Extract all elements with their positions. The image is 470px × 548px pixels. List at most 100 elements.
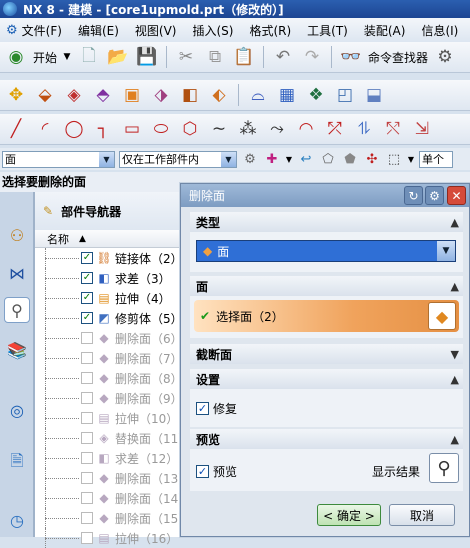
intersect-curve-icon[interactable]: ⥮ [352,117,376,141]
block-icon[interactable]: ▣ [120,83,144,107]
project-curve-icon[interactable]: ⤱ [323,117,347,141]
preview-checkbox[interactable]: ✓ [196,465,209,478]
sweep-icon[interactable]: ❖ [304,83,328,107]
menu-file[interactable]: ⚙ 文件(F) [0,22,70,39]
menu-info[interactable]: 信息(I) [413,22,466,39]
chevron-down-icon[interactable]: ▼ [285,147,293,171]
feature-checkbox[interactable] [81,532,93,544]
chevron-down-icon[interactable]: ▼ [407,147,415,171]
tree-row[interactable]: ▤ 拉伸（16） [35,528,184,548]
settings-icon[interactable]: ⚙ [433,45,457,69]
binoculars-icon[interactable]: 👓 [339,45,363,69]
face-select-icon[interactable]: ⬠ [319,147,337,171]
extrude-icon[interactable]: ⬙ [33,83,57,107]
save-icon[interactable]: 💾 [135,45,159,69]
ok-button[interactable]: < 确定 > [317,504,381,526]
menu-assembly[interactable]: 装配(A) [356,22,414,39]
snap-point-icon[interactable]: ✚ [263,147,281,171]
surface-icon[interactable]: ⌓ [246,83,270,107]
feature-checkbox[interactable] [81,432,93,444]
feature-checkbox[interactable] [81,512,93,524]
line-icon[interactable]: ╱ [4,117,28,141]
start-button[interactable]: 开始 [33,49,57,66]
feature-checkbox[interactable] [81,332,93,344]
mesh-surface-icon[interactable]: ▦ [275,83,299,107]
tree-row[interactable]: ◆ 删除面（13） [35,468,190,488]
revolve-icon[interactable]: ◈ [62,83,86,107]
arc-icon[interactable]: ◜ [33,117,57,141]
feature-checkbox[interactable]: ✓ [81,292,93,304]
fillet-curve-icon[interactable]: ┐ [91,117,115,141]
cross-section-header[interactable]: 截断面 ▼ [190,344,463,364]
start-icon[interactable]: ◉ [4,45,28,69]
tree-row[interactable]: ✓ ◧ 求差（3） [35,268,184,288]
new-file-icon[interactable]: 🗋 [77,45,101,69]
polygon-icon[interactable]: ⬡ [178,117,202,141]
feature-checkbox[interactable] [81,452,93,464]
helix-icon[interactable]: ⤳ [265,117,289,141]
sketch-icon[interactable]: ✥ [4,83,28,107]
text-curve-icon[interactable]: ⇲ [410,117,434,141]
gear-icon[interactable]: ⚙ [425,186,444,205]
tree-row[interactable]: ◆ 删除面（8） [35,368,184,388]
tree-row[interactable]: ▤ 拉伸（10） [35,408,184,428]
cut-icon[interactable]: ✂ [174,45,198,69]
type-select[interactable]: ◆ 面 ▼ [196,240,456,262]
close-icon[interactable]: ✕ [447,186,466,205]
paste-icon[interactable]: 📋 [232,45,256,69]
offset-icon[interactable]: ◧ [178,83,202,107]
type-filter-select[interactable]: 面 ▼ [2,150,115,168]
tree-row[interactable]: ◧ 求差（12） [35,448,184,468]
feature-checkbox[interactable] [81,472,93,484]
tree-row[interactable]: ✓ ⛓ 链接体（2） [35,248,184,268]
column-header[interactable]: 名称 ▲ [35,230,184,248]
filter-settings-icon[interactable]: ⚙ [241,147,259,171]
feature-checkbox[interactable]: ✓ [81,312,93,324]
copy-icon[interactable]: ⧉ [203,45,227,69]
reuse-library-icon[interactable]: 📚 [4,337,30,363]
tree-row[interactable]: ◆ 删除面（9） [35,388,184,408]
boolean-icon[interactable]: ⬘ [91,83,115,107]
undo-icon[interactable]: ↶ [271,45,295,69]
trim-icon[interactable]: ⬗ [149,83,173,107]
feature-checkbox[interactable] [81,372,93,384]
feature-checkbox[interactable] [81,392,93,404]
scope-filter-select[interactable]: 仅在工作部件内 ▼ [119,150,237,168]
tree-row[interactable]: ◆ 删除面（6） [35,328,184,348]
menu-analysis[interactable]: 分 [466,22,470,39]
tree-row[interactable]: ◈ 替换面（11） [35,428,190,448]
preview-section-header[interactable]: 预览 ▲ [190,429,463,449]
tree-row[interactable]: ◆ 删除面（14） [35,488,190,508]
chevron-down-icon[interactable]: ▼ [62,45,72,69]
menu-edit[interactable]: 编辑(E) [70,22,127,39]
arrow-icon[interactable]: ↩ [297,147,315,171]
tree-row[interactable]: ✓ ▤ 拉伸（4） [35,288,184,308]
extract-curve-icon[interactable]: ⤲ [381,117,405,141]
menu-view[interactable]: 视图(V) [127,22,185,39]
feature-checkbox[interactable] [81,352,93,364]
body-select-icon[interactable]: ⬟ [341,147,359,171]
menu-tools[interactable]: 工具(T) [299,22,356,39]
feature-checkbox[interactable]: ✓ [81,252,93,264]
show-result-search-icon[interactable]: ⚲ [429,453,459,483]
feature-checkbox[interactable] [81,412,93,424]
select-face-row[interactable]: ✔ 选择面（2） ◆ [194,300,459,332]
spline-icon[interactable]: ∼ [207,117,231,141]
face-section-header[interactable]: 面 ▲ [190,276,463,296]
tree-row[interactable]: ◆ 删除面（7） [35,348,184,368]
repair-checkbox[interactable]: ✓ [196,401,209,415]
rectangle-icon[interactable]: ▭ [120,117,144,141]
history-icon[interactable]: 🗎 [4,450,30,476]
clock-icon[interactable]: ◷ [4,507,30,533]
menu-format[interactable]: 格式(R) [241,22,299,39]
ellipse-icon[interactable]: ⬭ [149,117,173,141]
thicken-icon[interactable]: ⬓ [362,83,386,107]
assembly-navigator-icon[interactable]: ⚇ [4,222,30,248]
point-icon[interactable]: ⁂ [236,117,260,141]
selection-mode-select[interactable]: 单个 [419,150,453,168]
tree-row[interactable]: ✓ ◩ 修剪体（5） [35,308,184,328]
circle-point-icon[interactable]: ◯ [62,117,86,141]
feature-checkbox[interactable] [81,492,93,504]
reset-icon[interactable]: ↻ [404,186,423,205]
part-navigator-icon[interactable]: ⚲ [4,297,30,323]
